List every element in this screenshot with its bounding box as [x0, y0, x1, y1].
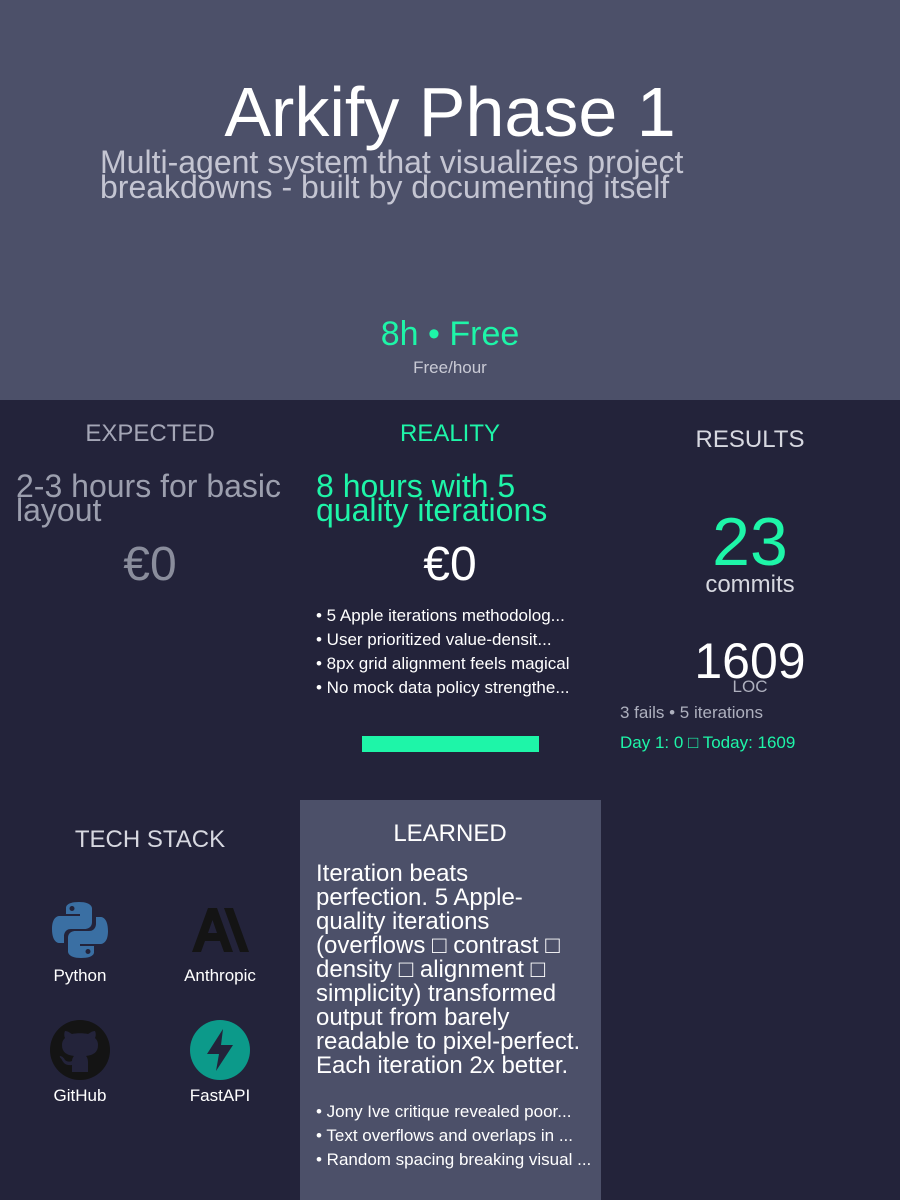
tech-name: GitHub: [53, 1086, 107, 1105]
python-icon: [50, 900, 110, 960]
learned-points: • Jony Ive critique revealed poor... • T…: [316, 1100, 616, 1172]
commits-count: 23: [712, 504, 788, 580]
expected-text: 2-3 hours for basic layout: [16, 468, 282, 528]
hourly-rate: Free/hour: [413, 358, 487, 377]
reality-heading: REALITY: [399, 420, 501, 447]
tech-item-fastapi: FastAPI: [150, 1020, 290, 1106]
tech-item-python: Python: [10, 900, 150, 986]
fastapi-icon: [190, 1020, 250, 1080]
list-item: • 5 Apple iterations methodolog...: [316, 606, 565, 625]
learned-heading: LEARNED: [393, 820, 507, 847]
progress-bar: [362, 736, 539, 752]
reality-text: 8 hours with 5 quality iterations: [316, 468, 548, 528]
list-item: • Text overflows and overlaps in ...: [316, 1126, 573, 1145]
tech-name: Python: [53, 966, 107, 985]
github-icon: [50, 1020, 110, 1080]
list-item: • Jony Ive critique revealed poor...: [316, 1102, 572, 1121]
duration-cost: 8h • Free: [380, 315, 520, 353]
progress-fill: [362, 736, 539, 752]
list-item: • User prioritized value-densit...: [316, 630, 552, 649]
tech-item-anthropic: Anthropic: [150, 900, 290, 986]
reality-cost: €0: [423, 538, 477, 591]
tech-name: Anthropic: [184, 966, 256, 985]
tech-name: FastAPI: [189, 1086, 251, 1105]
tech-item-github: GitHub: [10, 1020, 150, 1106]
reality-points: • 5 Apple iterations methodolog... • Use…: [316, 604, 596, 700]
expected-cost: €0: [123, 538, 177, 591]
loc-growth: Day 1: 0 □ Today: 1609: [620, 733, 796, 752]
learned-text: Iteration beats perfection. 5 Apple-qual…: [316, 860, 581, 1079]
list-item: • No mock data policy strengthe...: [316, 678, 570, 697]
list-item: • Random spacing breaking visual ...: [316, 1150, 592, 1169]
tech-stack-heading: TECH STACK: [74, 826, 226, 853]
loc-label: LOC: [732, 677, 768, 696]
page-subtitle: Multi-agent system that visualizes proje…: [100, 144, 684, 205]
expected-heading: EXPECTED: [85, 420, 215, 447]
results-heading: RESULTS: [695, 426, 805, 453]
commits-label: commits: [705, 571, 795, 598]
anthropic-icon: [190, 900, 250, 960]
fails-iterations: 3 fails • 5 iterations: [620, 703, 763, 722]
list-item: • 8px grid alignment feels magical: [316, 654, 570, 673]
page-title: Arkify Phase 1: [224, 73, 676, 151]
